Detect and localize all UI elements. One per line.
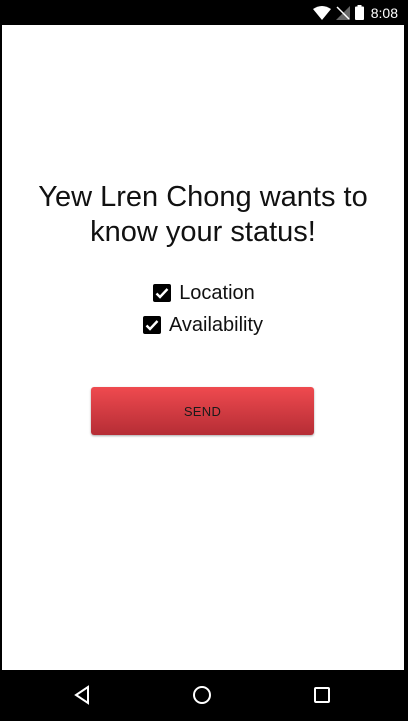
prompt-line-2: know your status! [90, 216, 316, 248]
location-label: Location [179, 281, 255, 304]
prompt-line-1: Yew Lren Chong wants to [38, 181, 368, 213]
signal-icon [335, 5, 350, 20]
battery-icon [354, 5, 364, 20]
availability-label: Availability [168, 313, 264, 336]
status-icons: 8:08 [312, 0, 398, 25]
checkbox-checked-icon[interactable] [142, 316, 161, 334]
clock: 8:08 [370, 4, 398, 21]
navigation-bar [0, 670, 408, 721]
send-button[interactable]: SEND [91, 387, 314, 435]
availability-checkbox[interactable]: Availability [142, 309, 264, 341]
back-icon[interactable] [69, 682, 95, 708]
status-bar: 8:08 [0, 0, 408, 25]
home-icon[interactable] [189, 682, 215, 708]
checkbox-group: Location Availability [2, 277, 404, 341]
wifi-icon [312, 5, 331, 20]
checkbox-checked-icon[interactable] [153, 284, 172, 302]
status-request-message: Yew Lren Chong wants to know your status… [2, 180, 404, 250]
location-checkbox[interactable]: Location [153, 277, 255, 309]
recents-icon[interactable] [309, 682, 335, 708]
main-screen: Yew Lren Chong wants to know your status… [2, 25, 404, 670]
